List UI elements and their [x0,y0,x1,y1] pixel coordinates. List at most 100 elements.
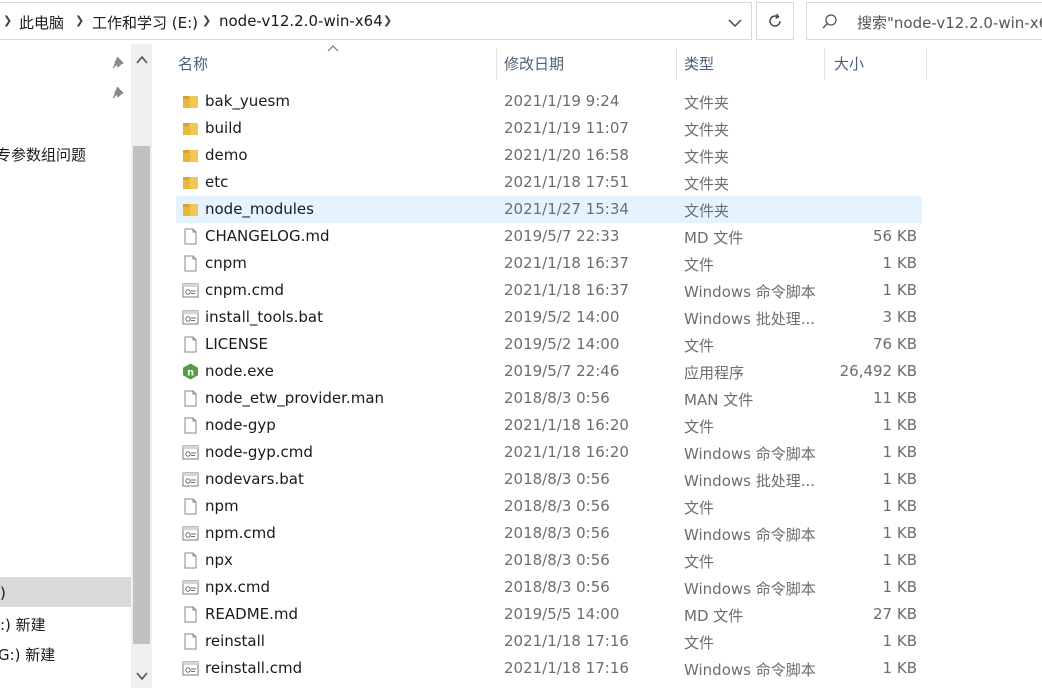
file-row[interactable]: install_tools.bat 2019/5/2 14:00 Windows 批… [176,304,922,331]
file-date: 2018/8/3 0:56 [504,551,610,569]
search-box[interactable]: 搜索"node-v12.2.0-win-x64" [806,2,1042,40]
file-row[interactable]: node-gyp 2021/1/18 16:20 文件 1 KB [176,412,922,439]
file-row[interactable]: node-gyp.cmd 2021/1/18 16:20 Windows 命令脚本 1… [176,439,922,466]
file-type: Windows 命令脚本 [684,283,816,301]
file-date: 2021/1/19 11:07 [504,119,629,137]
file-row[interactable]: npx 2018/8/3 0:56 文件 1 KB [176,547,922,574]
file-date: 2019/5/2 14:00 [504,308,620,326]
file-type: 文件 [684,256,715,274]
file-name: cnpm.cmd [205,281,285,299]
file-size: 1 KB [882,524,917,542]
file-row[interactable]: node_etw_provider.man 2018/8/3 0:56 MAN 文件… [176,385,922,412]
chevron-right-icon[interactable]: ❯ [75,14,84,27]
file-date: 2021/1/18 17:51 [504,173,629,191]
file-row[interactable]: npx.cmd 2018/8/3 0:56 Windows 命令脚本 1 KB [176,574,922,601]
file-row[interactable]: bak_yuesm 2021/1/19 9:24 文件夹 [176,88,922,115]
file-name: install_tools.bat [205,308,323,326]
file-row[interactable]: reinstall.cmd 2021/1/18 17:16 Windows 命令脚本… [176,655,922,682]
folder-icon [183,204,198,216]
scroll-down-icon[interactable] [134,668,150,684]
nav-item-drive-new[interactable]: :) 新建 [0,614,46,635]
address-toolbar: ❯ 此电脑 ❯ 工作和学习 (E:) ❯ node-v12.2.0-win-x6… [0,0,1042,44]
file-row[interactable]: CHANGELOG.md 2019/5/7 22:33 MD 文件 56 KB [176,223,922,250]
file-row[interactable]: n node.exe 2019/5/7 22:46 应用程序 26,492 KB [176,358,922,385]
file-size: 56 KB [873,227,917,245]
scroll-up-icon[interactable] [134,52,150,68]
column-header-size[interactable]: 大小 [826,48,926,80]
nav-item-drive-g-new[interactable]: G:) 新建 [0,644,55,665]
file-date: 2018/8/3 0:56 [504,470,610,488]
file-name: CHANGELOG.md [205,227,330,245]
column-header-date[interactable]: 修改日期 [496,48,676,80]
file-row[interactable]: reinstall 2021/1/18 17:16 文件 1 KB [176,628,922,655]
file-type: Windows 命令脚本 [684,580,816,598]
file-icon [184,417,197,434]
file-date: 2021/1/18 16:20 [504,416,629,434]
node-exe-icon: n [183,363,198,380]
file-date: 2018/8/3 0:56 [504,389,610,407]
refresh-button[interactable] [756,2,794,40]
file-name: node-gyp [205,416,276,434]
file-row[interactable]: nodevars.bat 2018/8/3 0:56 Windows 批处理... 1… [176,466,922,493]
pin-icon[interactable] [112,86,126,100]
refresh-icon [769,13,781,27]
file-type: Windows 命令脚本 [684,526,816,544]
pin-icon[interactable] [112,56,126,70]
folder-icon [183,177,198,189]
file-row[interactable]: build 2021/1/19 11:07 文件夹 [176,115,922,142]
file-type: MD 文件 [684,229,744,247]
file-size: 1 KB [882,551,917,569]
script-icon [182,472,199,487]
chevron-right-icon[interactable]: ❯ [3,14,12,27]
breadcrumb-this-pc[interactable]: 此电脑 [19,12,64,33]
file-type: 文件夹 [684,148,730,166]
breadcrumb-drive-e[interactable]: 工作和学习 (E:) [92,12,198,33]
file-row[interactable]: npm.cmd 2018/8/3 0:56 Windows 命令脚本 1 KB [176,520,922,547]
nav-scrollbar-thumb[interactable] [133,146,150,644]
script-icon [182,310,199,325]
file-name: etc [205,173,229,191]
address-bar[interactable]: ❯ 此电脑 ❯ 工作和学习 (E:) ❯ node-v12.2.0-win-x6… [0,2,752,40]
column-header-type[interactable]: 类型 [676,48,824,80]
file-date: 2018/8/3 0:56 [504,578,610,596]
search-input[interactable]: 搜索"node-v12.2.0-win-x64" [857,12,1042,33]
column-divider[interactable] [926,48,927,80]
chevron-down-icon[interactable] [725,13,745,33]
file-size: 11 KB [873,389,917,407]
file-row[interactable]: README.md 2019/5/5 14:00 MD 文件 27 KB [176,601,922,628]
file-icon [184,633,197,650]
breadcrumb-current-folder[interactable]: node-v12.2.0-win-x64 [219,12,383,30]
file-date: 2021/1/20 16:58 [504,146,629,164]
file-name: reinstall [205,632,265,650]
file-name: README.md [205,605,299,623]
file-row[interactable]: cnpm.cmd 2021/1/18 16:37 Windows 命令脚本 1 KB [176,277,922,304]
file-size: 1 KB [882,497,917,515]
nav-item-drive[interactable]: ) [0,584,6,602]
file-type: 文件 [684,337,715,355]
file-name: LICENSE [205,335,268,353]
file-type: 文件夹 [684,202,730,220]
file-row[interactable]: LICENSE 2019/5/2 14:00 文件 76 KB [176,331,922,358]
column-divider[interactable] [824,48,825,80]
file-date: 2021/1/18 17:16 [504,632,629,650]
file-row[interactable]: cnpm 2021/1/18 16:37 文件 1 KB [176,250,922,277]
file-icon [184,390,197,407]
file-row[interactable]: npm 2018/8/3 0:56 文件 1 KB [176,493,922,520]
file-size: 76 KB [873,335,917,353]
column-header-name[interactable]: 名称 [170,48,496,80]
file-name: nodevars.bat [205,470,304,488]
file-size: 1 KB [882,659,917,677]
file-row[interactable]: demo 2021/1/20 16:58 文件夹 [176,142,922,169]
file-name: node_etw_provider.man [205,389,385,407]
file-name: bak_yuesm [205,92,290,110]
file-name: npx [205,551,233,569]
file-type: 文件夹 [684,175,730,193]
file-row[interactable]: node_modules 2021/1/27 15:34 文件夹 [176,196,922,223]
file-row[interactable]: etc 2021/1/18 17:51 文件夹 [176,169,922,196]
chevron-right-icon[interactable]: ❯ [383,14,392,27]
file-name: node_modules [205,200,314,218]
chevron-right-icon[interactable]: ❯ [202,14,211,27]
file-size: 3 KB [882,308,917,326]
nav-item-quick-access[interactable]: 专参数组问题 [0,144,86,165]
file-size: 1 KB [882,632,917,650]
